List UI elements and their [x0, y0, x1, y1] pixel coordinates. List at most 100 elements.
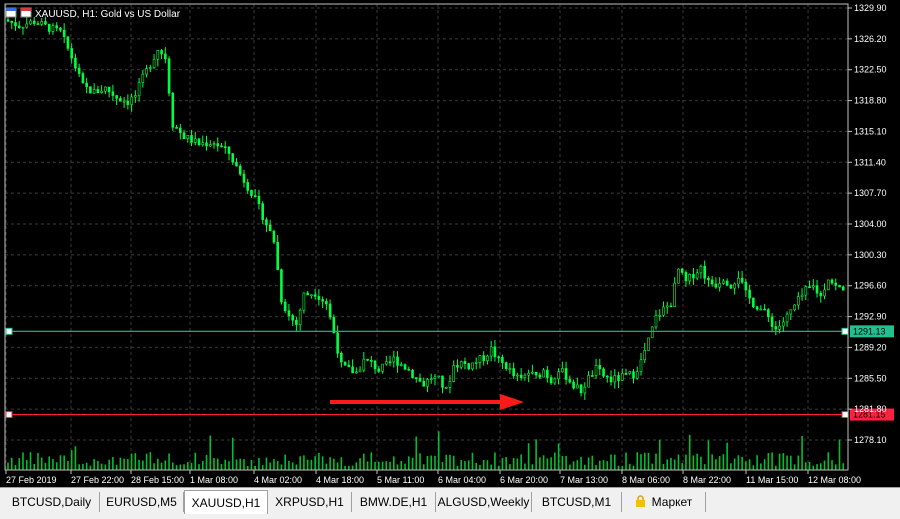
candle-body [714, 283, 718, 288]
candle-body [778, 325, 781, 330]
tab-label: ALGUSD,Weekly [437, 495, 530, 509]
y-tick-label: 1285.50 [854, 373, 887, 383]
candle-body [830, 279, 834, 284]
tab-bmw-de-h1[interactable]: BMW.DE,H1 [352, 492, 436, 512]
tab-xauusd-h1[interactable]: XAUUSD,H1 [184, 490, 268, 514]
candle-body [478, 355, 482, 363]
candle-body [662, 306, 665, 316]
candle-body [568, 379, 572, 383]
candle-body [692, 274, 695, 279]
y-tick-label: 1289.20 [854, 342, 887, 352]
candle-body [100, 90, 103, 93]
candle-body [51, 25, 55, 32]
candle-body [632, 371, 635, 379]
candle-body [362, 358, 366, 371]
x-tick-label: 8 Mar 22:00 [683, 475, 731, 485]
candle-body [62, 29, 66, 37]
candle-body [145, 68, 148, 75]
candle-body [317, 296, 321, 300]
candle-body [89, 86, 92, 94]
candle-body [740, 277, 744, 283]
tab-xrpusd-h1[interactable]: XRPUSD,H1 [268, 492, 352, 512]
level-handle[interactable] [841, 327, 849, 335]
candle-body [422, 380, 426, 387]
level-handle[interactable] [5, 411, 13, 419]
candle-body [647, 337, 650, 351]
candle-body [399, 364, 403, 366]
candle-body [433, 376, 437, 379]
price-chart[interactable]: 1291.131281.15 1329.901326.201322.501318… [0, 0, 900, 487]
candle-body [718, 283, 721, 288]
candle-body [17, 25, 21, 29]
candle-body [70, 48, 73, 59]
candle-body [576, 384, 579, 389]
candle-body [160, 50, 163, 55]
candle-body [797, 296, 800, 306]
candle-body [441, 375, 444, 388]
candle-body [298, 309, 302, 325]
candle-body [205, 142, 208, 147]
candle-body [591, 375, 594, 377]
candle-body [789, 309, 793, 315]
level-handle[interactable] [841, 411, 849, 419]
x-tick-label: 4 Mar 02:00 [254, 475, 302, 485]
candle-body [235, 161, 238, 167]
candle-body [411, 369, 414, 378]
candle-body [471, 362, 474, 370]
candle-body [6, 19, 10, 22]
candle-body [171, 92, 175, 128]
candle-body [572, 381, 575, 389]
candle-body [808, 286, 811, 289]
tab-btcusd-m1[interactable]: BTCUSD,M1 [532, 492, 622, 512]
candle-body [497, 356, 500, 359]
candle-body [549, 377, 553, 384]
candle-body [208, 144, 212, 147]
candle-body [448, 381, 452, 388]
candle-body [265, 219, 268, 226]
candle-body [190, 135, 193, 143]
candle-body [47, 23, 51, 32]
candle-body [10, 20, 14, 23]
candle-body [658, 314, 662, 317]
candle-body [737, 277, 740, 285]
tab-label: EURUSD,M5 [106, 495, 177, 509]
candle-body [609, 376, 613, 383]
candle-body [351, 366, 354, 374]
tab-eurusd-m5[interactable]: EURUSD,M5 [100, 492, 184, 512]
candle-body [85, 82, 88, 87]
y-tick-label: 1307.70 [854, 188, 887, 198]
candle-body [759, 308, 763, 311]
x-tick-label: 5 Mar 11:00 [377, 475, 424, 485]
y-tick-label: 1300.30 [854, 250, 887, 260]
candle-body [583, 386, 587, 394]
candle-body [613, 375, 617, 383]
level-handle[interactable] [5, 327, 13, 335]
candle-body [377, 368, 381, 372]
candle-body [92, 89, 96, 94]
candle-body [396, 356, 399, 366]
candle-body [467, 363, 471, 370]
candle-body [336, 332, 339, 354]
candle-body [669, 305, 673, 308]
tab-algusd-weekly[interactable]: ALGUSD,Weekly [436, 492, 532, 512]
candle-body [594, 365, 598, 377]
candle-body [325, 300, 328, 305]
tab-label: BMW.DE,H1 [359, 495, 428, 509]
candle-body [838, 285, 841, 288]
candle-body [459, 361, 463, 368]
candle-body [287, 310, 291, 316]
tab-btcusd-daily[interactable]: BTCUSD,Daily [4, 492, 100, 512]
candle-body [122, 100, 126, 103]
chart-title: XAUUSD, H1: Gold vs US Dollar [35, 9, 181, 20]
candle-body [617, 375, 620, 381]
candle-body [310, 294, 313, 297]
tab-маркет[interactable]: Маркет [622, 492, 706, 512]
candle-body [370, 360, 373, 362]
candle-body [463, 361, 467, 364]
candle-body [774, 326, 778, 330]
candle-body [519, 374, 523, 378]
candle-body [605, 375, 609, 378]
candle-body [452, 365, 456, 382]
candle-body [104, 86, 107, 92]
candle-body [587, 375, 590, 388]
